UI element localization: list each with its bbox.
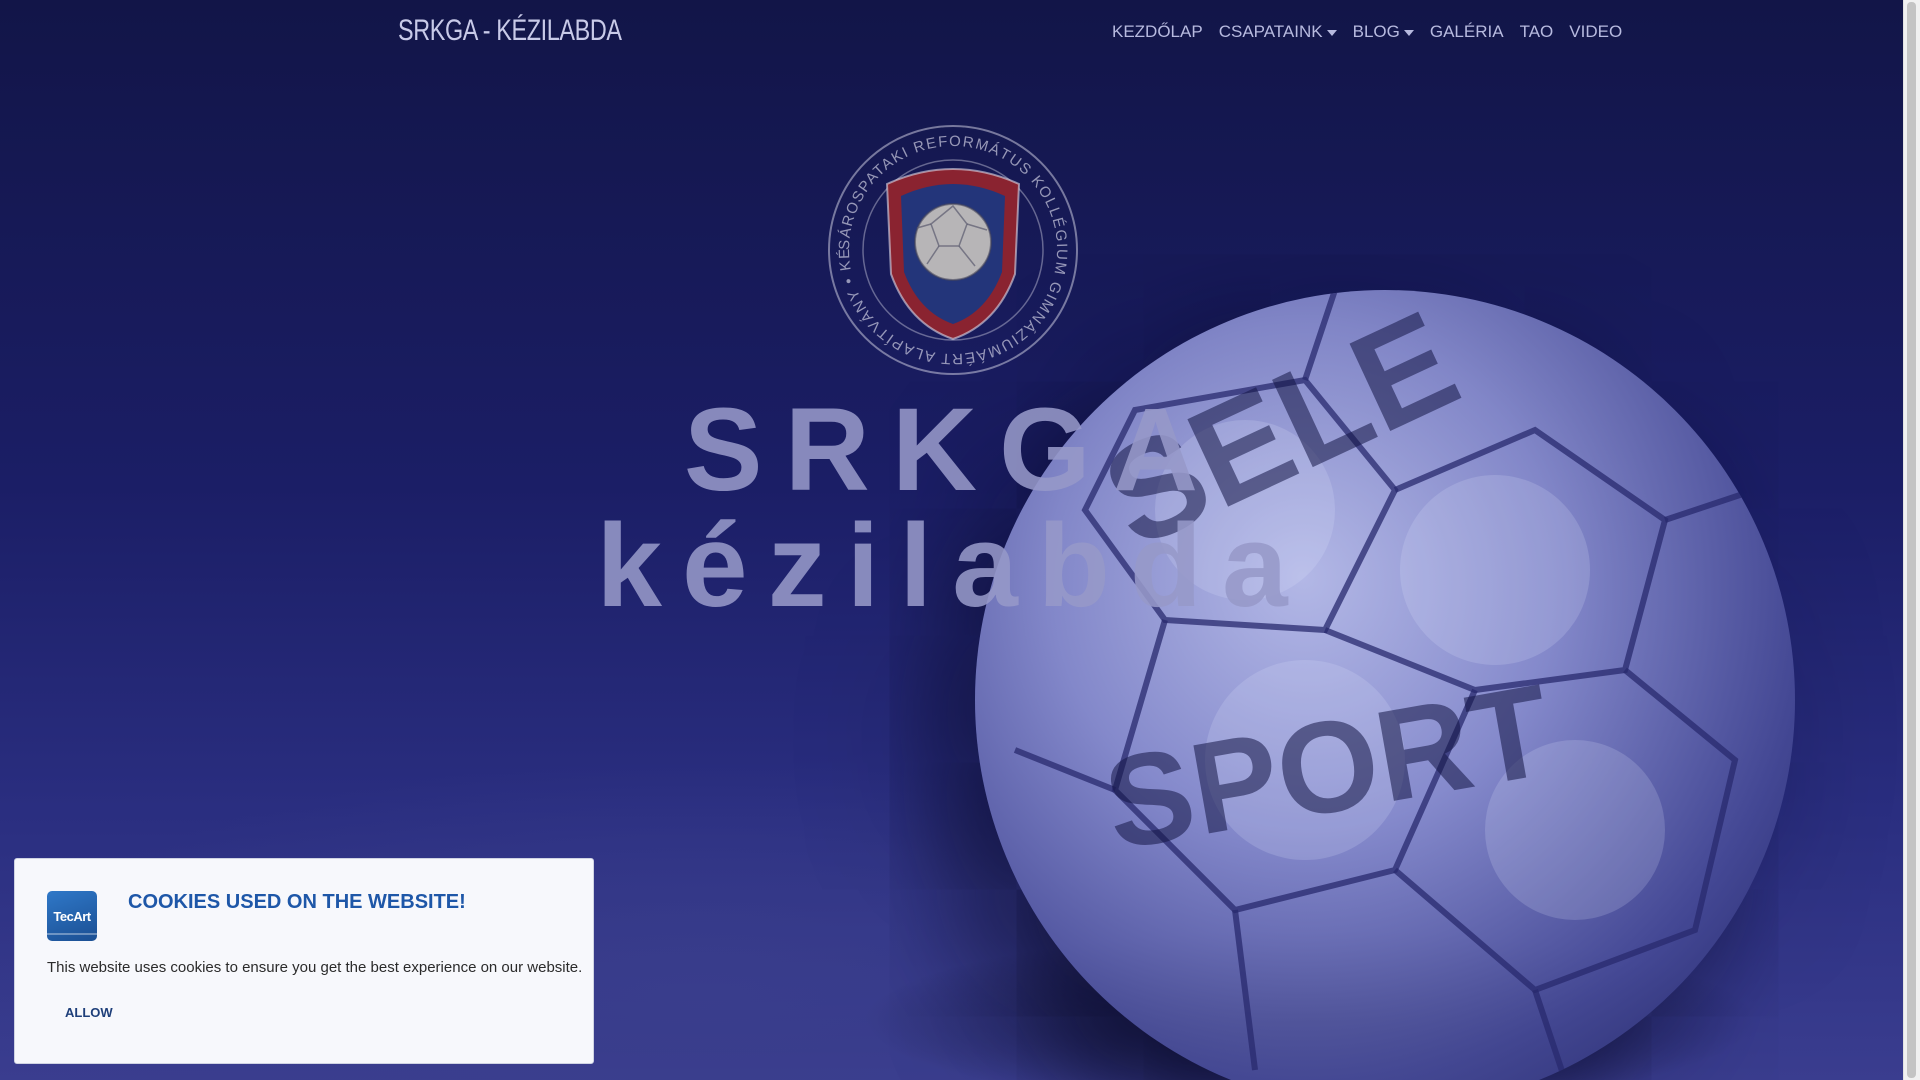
nav-item-label: BLOG	[1352, 22, 1400, 41]
nav-item-csapataink[interactable]: CSAPATAINK	[1211, 22, 1345, 42]
nav-item-galeria[interactable]: GALÉRIA	[1422, 22, 1512, 42]
cookie-allow-button[interactable]: ALLOW	[47, 997, 131, 1028]
handball-club-crest-icon: SÁROSPATAKI REFORMÁTUS KOLLÉGIUM GIMNÁZI…	[827, 124, 1078, 375]
nav-item-video[interactable]: VIDEO	[1561, 22, 1630, 42]
hero-title-line-2: kézilabda	[596, 500, 1308, 632]
nav-item-label: TAO	[1519, 22, 1554, 41]
caret-down-icon	[1403, 30, 1414, 36]
nav-item-blog[interactable]: BLOG	[1345, 22, 1422, 42]
page: SELE SPORT SRKGA - KÉZILABDA KEZDŐLAP CS…	[0, 0, 1920, 1080]
nav-item-tao[interactable]: TAO	[1512, 22, 1562, 42]
nav-menu: KEZDŐLAP CSAPATAINK BLOG GALÉRIA TAO VID…	[1104, 22, 1630, 42]
cookie-logo-text: TecArt	[53, 908, 91, 924]
cookie-title: COOKIES USED ON THE WEBSITE!	[128, 891, 466, 913]
navbar: SRKGA - KÉZILABDA KEZDŐLAP CSAPATAINK BL…	[0, 0, 1904, 66]
caret-down-icon	[1326, 30, 1337, 36]
nav-item-label: VIDEO	[1569, 22, 1623, 41]
cookie-consent-dialog: TecArt COOKIES USED ON THE WEBSITE! This…	[14, 858, 594, 1064]
nav-item-label: CSAPATAINK	[1218, 22, 1323, 41]
vertical-scrollbar[interactable]	[1903, 0, 1920, 1080]
nav-item-label: GALÉRIA	[1429, 22, 1504, 41]
cookie-text: This website uses cookies to ensure you …	[47, 959, 583, 976]
nav-item-kezdolap[interactable]: KEZDŐLAP	[1104, 22, 1211, 42]
brand-logo-text[interactable]: SRKGA - KÉZILABDA	[398, 14, 622, 48]
tecart-logo-icon: TecArt	[47, 891, 97, 941]
nav-item-label: KEZDŐLAP	[1112, 22, 1203, 41]
scrollbar-thumb[interactable]	[1907, 2, 1916, 1078]
